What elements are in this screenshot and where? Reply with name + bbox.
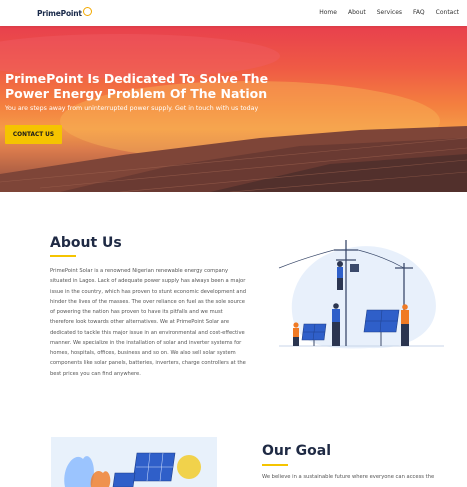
top-navbar: PrimePoint Home About Services FAQ Conta…: [0, 0, 467, 26]
about-title: About Us: [50, 235, 122, 251]
goal-title: Our Goal: [262, 443, 332, 459]
goal-underline: [262, 464, 288, 466]
nav-links: Home About Services FAQ Contact: [308, 9, 459, 16]
nav-link-faq[interactable]: FAQ: [413, 9, 425, 16]
sun-icon: [82, 6, 92, 16]
nav-link-about[interactable]: About: [348, 9, 366, 16]
about-underline: [50, 255, 76, 257]
hero-banner: PrimePoint Is Dedicated To Solve The Pow…: [0, 26, 467, 192]
contact-us-button[interactable]: CONTACT US: [5, 125, 62, 144]
hero-title: PrimePoint Is Dedicated To Solve The Pow…: [5, 71, 269, 101]
logo-text: PrimePoint: [37, 8, 82, 18]
hero-subtitle: You are steps away from uninterrupted po…: [5, 105, 259, 112]
nav-link-home[interactable]: Home: [319, 9, 337, 16]
goal-paragraph: We believe in a sustainable future where…: [262, 474, 435, 480]
brand-logo[interactable]: PrimePoint: [37, 6, 92, 20]
nav-link-services[interactable]: Services: [377, 9, 402, 16]
solar-installation-illustration: [278, 240, 444, 349]
about-paragraph: PrimePoint Solar is a renowned Nigerian …: [50, 268, 247, 377]
nav-link-contact[interactable]: Contact: [436, 9, 459, 16]
